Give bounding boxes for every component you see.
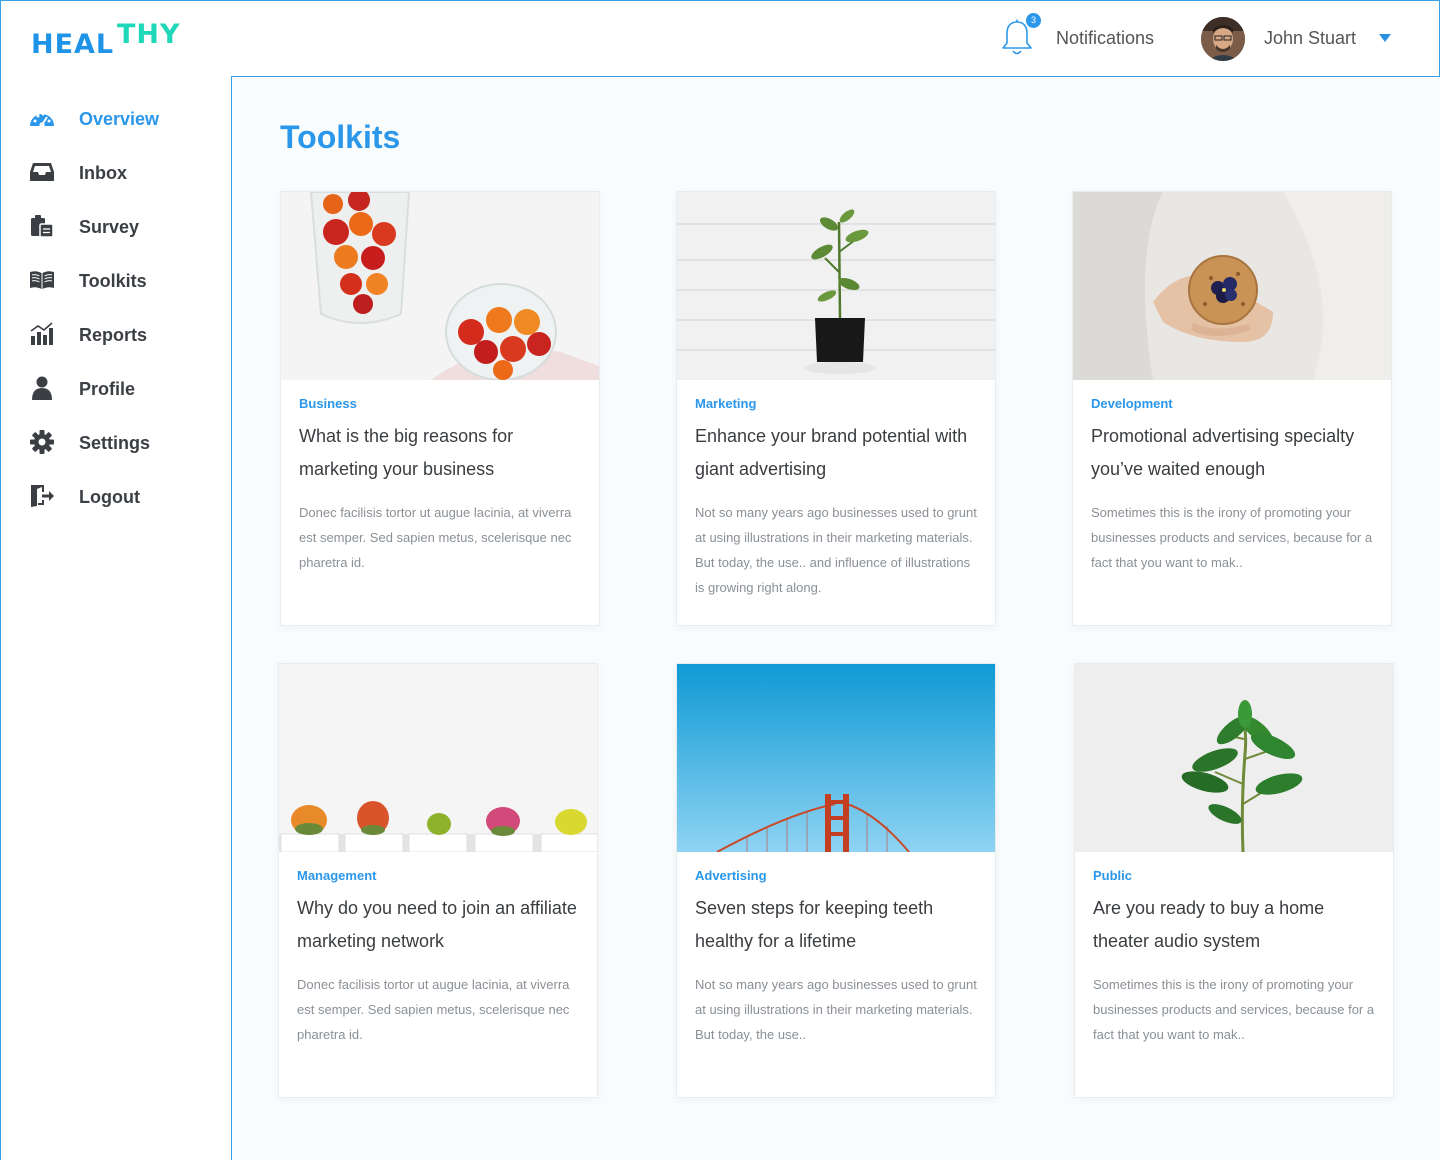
bar-chart-icon [30, 322, 53, 345]
sidebar-item-label: Overview [79, 109, 160, 129]
top-header: HEAL THY 3 Notifications John Stuart [0, 0, 1440, 77]
card-description: Donec facilisis tortor ut augue lacinia,… [297, 977, 570, 1042]
clipboard-icon [31, 215, 54, 238]
dashboard-icon [30, 112, 54, 128]
bridge-photo [677, 664, 995, 852]
tomatoes-photo [281, 192, 599, 380]
sidebar-item-reports[interactable]: Reports [1, 314, 231, 354]
logo-part-1: HEAL [31, 29, 115, 60]
logout-icon [31, 485, 54, 507]
toolkit-card[interactable]: Business What is the big reasons for mar… [280, 191, 600, 626]
sidebar-item-profile[interactable]: Profile [1, 368, 231, 408]
card-category: Public [1093, 868, 1133, 883]
cacti-photo [279, 664, 597, 852]
card-description: Not so many years ago businesses used to… [695, 977, 977, 1042]
sidebar-item-label: Inbox [79, 163, 127, 183]
user-icon [32, 376, 52, 400]
sidebar-item-logout[interactable]: Logout [1, 476, 231, 516]
card-description: Sometimes this is the irony of promoting… [1091, 505, 1373, 570]
notifications-button[interactable]: 3 Notifications [999, 13, 1179, 63]
card-category: Advertising [695, 868, 767, 883]
plant-pot-photo [677, 192, 995, 380]
user-name: John Stuart [1264, 28, 1357, 48]
card-title[interactable]: Seven steps for keeping teeth healthy fo… [695, 892, 985, 958]
avatar[interactable] [1201, 17, 1245, 61]
sidebar-item-toolkits[interactable]: Toolkits [1, 260, 231, 300]
green-plant-photo [1075, 664, 1393, 852]
card-description: Sometimes this is the irony of promoting… [1093, 977, 1375, 1042]
logo-part-2: THY [117, 19, 181, 50]
card-title[interactable]: Are you ready to buy a home theater audi… [1093, 892, 1383, 958]
chevron-down-icon[interactable] [1379, 34, 1391, 42]
toolkit-card[interactable]: Marketing Enhance your brand potential w… [676, 191, 996, 626]
card-category: Management [297, 868, 377, 883]
sidebar-item-label: Logout [79, 487, 140, 507]
card-title[interactable]: What is the big reasons for marketing yo… [299, 420, 589, 486]
sidebar: Overview Inbox Survey Toolkits Reports P… [0, 76, 232, 1160]
toolkit-card[interactable]: Management Why do you need to join an af… [278, 663, 598, 1098]
card-title[interactable]: Promotional advertising specialty you’ve… [1091, 420, 1381, 486]
cookie-hand-photo [1073, 192, 1391, 380]
card-category: Development [1091, 396, 1173, 411]
sidebar-item-settings[interactable]: Settings [1, 422, 231, 462]
toolkit-card[interactable]: Public Are you ready to buy a home theat… [1074, 663, 1394, 1098]
main-content: Toolkits Business What is the big reason… [232, 77, 1440, 1160]
card-category: Marketing [695, 396, 757, 411]
gear-icon [30, 430, 54, 454]
toolkit-card[interactable]: Development Promotional advertising spec… [1072, 191, 1392, 626]
sidebar-item-label: Profile [79, 379, 136, 399]
page-title: Toolkits [280, 119, 401, 155]
notifications-label: Notifications [1056, 28, 1155, 48]
user-menu[interactable]: John Stuart [1201, 17, 1401, 61]
inbox-icon [30, 163, 54, 181]
toolkit-card[interactable]: Advertising Seven steps for keeping teet… [676, 663, 996, 1098]
card-title[interactable]: Why do you need to join an affiliate mar… [297, 892, 587, 958]
sidebar-item-survey[interactable]: Survey [1, 206, 231, 246]
sidebar-item-label: Reports [79, 325, 148, 345]
sidebar-item-label: Survey [79, 217, 140, 237]
card-description: Not so many years ago businesses used to… [695, 505, 977, 595]
card-description: Donec facilisis tortor ut augue lacinia,… [299, 505, 572, 570]
book-icon [30, 271, 54, 289]
sidebar-item-overview[interactable]: Overview [1, 98, 231, 138]
sidebar-item-label: Settings [79, 433, 151, 453]
sidebar-item-label: Toolkits [79, 271, 147, 291]
notifications-count-badge: 3 [1026, 13, 1041, 28]
sidebar-item-inbox[interactable]: Inbox [1, 152, 231, 192]
card-category: Business [299, 396, 357, 411]
card-title[interactable]: Enhance your brand potential with giant … [695, 420, 985, 486]
